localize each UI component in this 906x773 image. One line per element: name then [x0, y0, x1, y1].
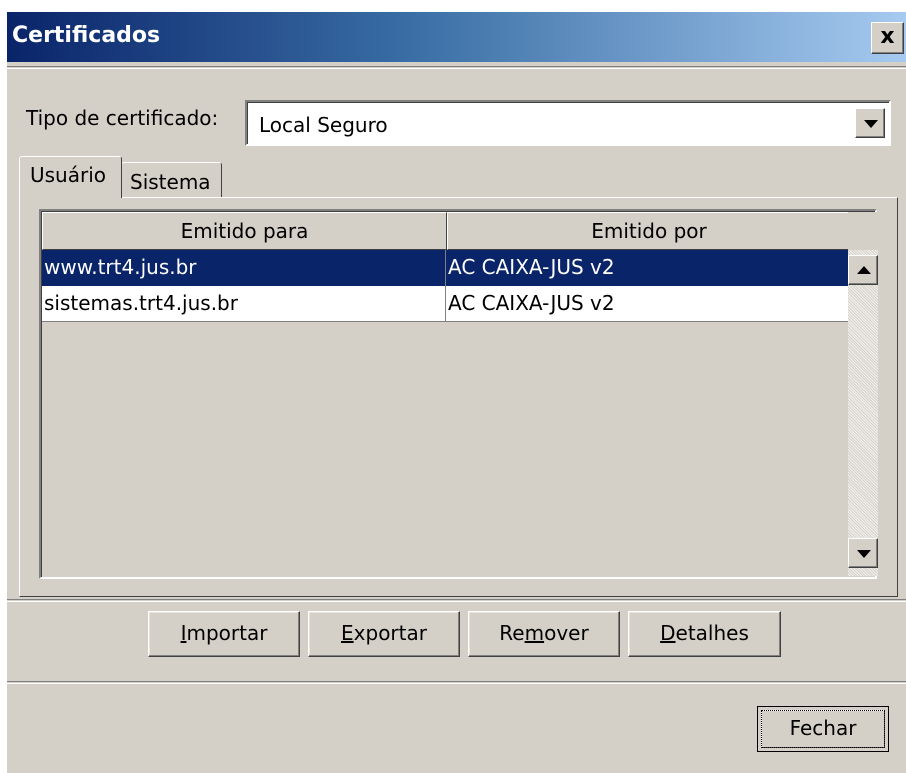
access-key: m: [524, 621, 545, 645]
export-button[interactable]: Exportar: [308, 611, 460, 657]
details-button[interactable]: Detalhes: [628, 611, 781, 657]
vertical-scrollbar[interactable]: [848, 212, 878, 576]
button-label-start: Re: [499, 621, 525, 645]
cell-issued-by: AC CAIXA-JUS v2: [448, 291, 615, 315]
import-button[interactable]: Importar: [148, 611, 300, 657]
cell-issued-by: AC CAIXA-JUS v2: [448, 255, 615, 279]
list-body: www.trt4.jus.br AC CAIXA-JUS v2 sistemas…: [42, 250, 848, 576]
scroll-down-button[interactable]: [848, 538, 878, 568]
table-row[interactable]: sistemas.trt4.jus.br AC CAIXA-JUS v2: [42, 286, 848, 322]
access-key: D: [660, 621, 676, 645]
arrow-up-icon: [857, 266, 871, 274]
close-button[interactable]: x: [871, 22, 904, 54]
tab-label: Sistema: [130, 170, 211, 194]
button-label: Fechar: [789, 716, 857, 740]
arrow-down-icon: [857, 550, 871, 558]
chevron-down-icon: [864, 120, 878, 128]
separator: [7, 681, 906, 684]
list-content: Emitido para Emitido por www.trt4.jus.br…: [42, 212, 848, 576]
button-label-rest: over: [544, 621, 589, 645]
remove-button[interactable]: Remover: [468, 611, 620, 657]
separator: [7, 599, 906, 602]
tab-sistema[interactable]: Sistema: [121, 162, 222, 198]
cell-issued-to: www.trt4.jus.br: [42, 250, 446, 286]
window-title: Certificados: [12, 23, 161, 48]
column-header-issued-to[interactable]: Emitido para: [42, 212, 447, 250]
column-header-issued-by[interactable]: Emitido por: [447, 212, 848, 250]
certificates-dialog: Certificados x Tipo de certificado: Loca…: [7, 12, 906, 773]
scroll-up-button[interactable]: [848, 255, 878, 285]
certificate-type-label: Tipo de certificado:: [26, 106, 219, 130]
close-dialog-button[interactable]: Fechar: [757, 706, 889, 752]
list-header: Emitido para Emitido por: [42, 212, 848, 250]
scrollbar-corner: [848, 212, 878, 250]
tab-label: Usuário: [30, 163, 107, 187]
close-icon: x: [880, 24, 895, 49]
certificate-type-select[interactable]: Local Seguro: [245, 100, 891, 146]
tab-usuario[interactable]: Usuário: [19, 156, 122, 198]
certificate-type-value: Local Seguro: [259, 113, 388, 137]
separator: [7, 66, 906, 69]
cell-issued-to: sistemas.trt4.jus.br: [42, 286, 446, 322]
table-row[interactable]: www.trt4.jus.br AC CAIXA-JUS v2: [42, 250, 848, 286]
access-key: E: [341, 621, 354, 645]
certificate-list[interactable]: Emitido para Emitido por www.trt4.jus.br…: [39, 209, 878, 579]
button-label-rest: xportar: [353, 621, 427, 645]
button-label-rest: mportar: [186, 621, 268, 645]
title-bar[interactable]: Certificados x: [7, 12, 906, 62]
dropdown-button[interactable]: [855, 108, 885, 138]
button-label-rest: etalhes: [675, 621, 749, 645]
tab-panel: Emitido para Emitido por www.trt4.jus.br…: [19, 197, 898, 597]
